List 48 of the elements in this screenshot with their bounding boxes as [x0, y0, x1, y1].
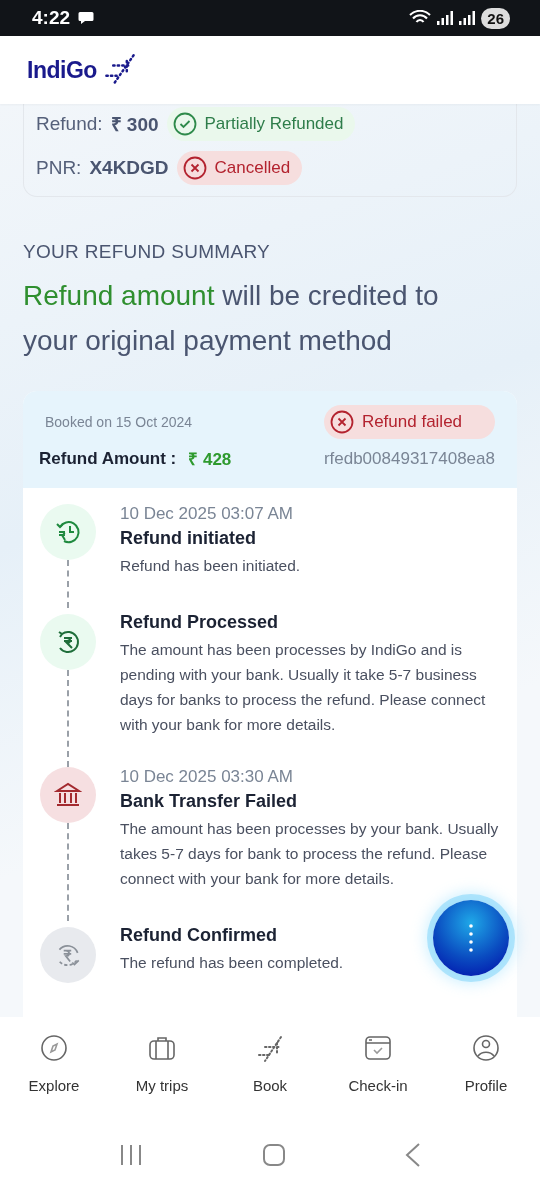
- back-button[interactable]: [404, 1142, 421, 1167]
- step-description: The amount has been processes by your bank. Usually takes 5-7 days for bank to process the refund. Please connect with your bank for more details.: [120, 819, 500, 889]
- section-heading: YOUR REFUND SUMMARY: [23, 241, 272, 263]
- nav-tab[interactable]: Profile: [432, 1033, 540, 1094]
- nav-tab[interactable]: Explore: [0, 1033, 108, 1094]
- x-circle-icon: [182, 156, 207, 180]
- refund-label: Refund:: [36, 113, 103, 135]
- dots-icon: [468, 923, 474, 953]
- summary-headline: Refund amount will be credited to your original payment method: [23, 279, 440, 358]
- check-circle-icon: [172, 112, 197, 136]
- step-description: Refund has been initiated.: [120, 556, 301, 576]
- profile-icon: [471, 1033, 501, 1063]
- status-time: 4:22: [32, 7, 71, 29]
- nav-tab[interactable]: Book: [216, 1033, 324, 1094]
- pnr-status-badge: Cancelled: [176, 151, 303, 185]
- brand-logo[interactable]: IndiGo: [27, 56, 97, 84]
- rupee-clock-icon: [54, 518, 82, 546]
- refund-amount-value: ₹ 428: [188, 449, 232, 470]
- x-circle-icon: [329, 410, 354, 434]
- refund-value: ₹ 300: [110, 113, 159, 137]
- bank-icon: [54, 781, 82, 809]
- signal-icon: [459, 11, 476, 25]
- step-description: The refund has been completed.: [120, 953, 344, 973]
- dotted-plane-icon: [255, 1033, 285, 1063]
- step-date: 10 Dec 2025 03:30 AM: [120, 767, 293, 787]
- step-title: Refund initiated: [120, 528, 256, 549]
- signal-icon: [437, 11, 454, 25]
- chat-bubble-icon: [78, 11, 95, 25]
- nav-tab[interactable]: Check-in: [324, 1033, 432, 1094]
- refund-reference: rfedb00849317408ea8: [323, 448, 495, 469]
- step-title: Refund Confirmed: [120, 925, 277, 946]
- compass-icon: [39, 1033, 69, 1063]
- battery-level: 26: [481, 7, 510, 29]
- refund-status-badge: Refund failed: [323, 405, 495, 439]
- refund-amount-label: Refund Amount :: [39, 448, 177, 469]
- step-title: Refund Processed: [120, 612, 279, 633]
- recents-button[interactable]: [119, 1143, 144, 1166]
- step-date: 10 Dec 2025 03:07 AM: [120, 504, 293, 524]
- home-button[interactable]: [262, 1142, 286, 1167]
- refund-status-badge: Partially Refunded: [166, 107, 356, 141]
- nav-tab[interactable]: My trips: [108, 1033, 216, 1094]
- step-title: Bank Transfer Failed: [120, 791, 298, 812]
- step-description: The amount has been processes by IndiGo and is pending with your bank. Usually it take 5-7 business days for banks to process the refund. Please connect with your bank for more details.: [120, 640, 487, 735]
- pnr-label: PNR:: [36, 157, 82, 179]
- dotted-plane-icon: [102, 53, 137, 87]
- pnr-value: X4KDGD: [89, 157, 169, 179]
- calendar-check-icon: [363, 1033, 393, 1063]
- booked-date: Booked on 15 Oct 2024: [44, 414, 194, 430]
